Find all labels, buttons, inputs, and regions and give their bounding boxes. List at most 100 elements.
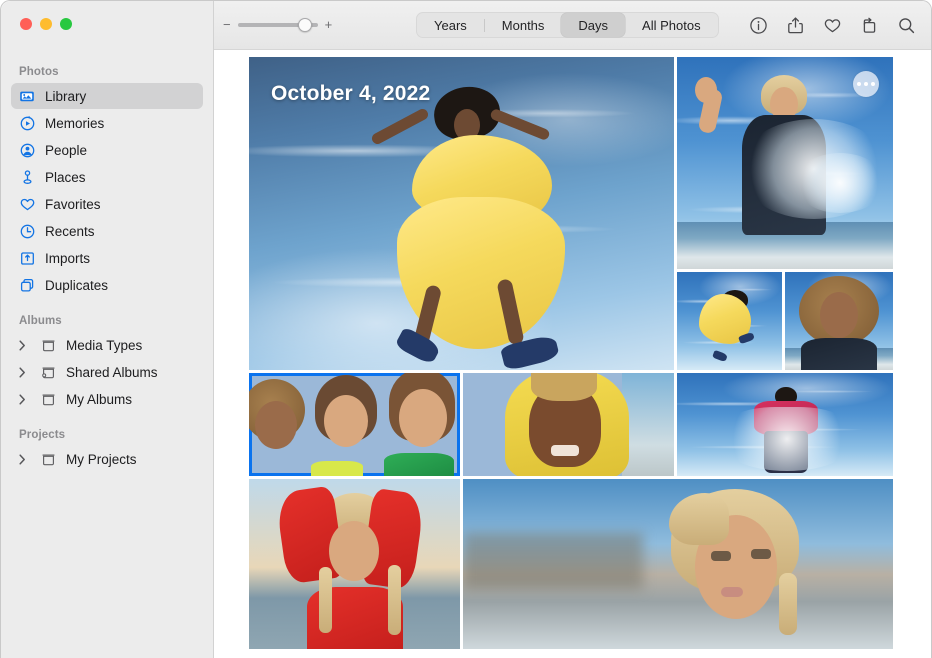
- zoom-slider[interactable]: − +: [223, 18, 332, 31]
- sidebar-item-imports[interactable]: Imports: [11, 245, 203, 271]
- sidebar-item-label: Shared Albums: [66, 365, 195, 380]
- share-icon[interactable]: [783, 13, 807, 37]
- photo-grid-subrow: [677, 272, 893, 370]
- photo-figure: [779, 573, 797, 635]
- photo-figure: [751, 549, 771, 559]
- minimize-button[interactable]: [40, 18, 52, 30]
- folder-icon: [40, 391, 57, 408]
- sidebar-item-media-types[interactable]: Media Types: [11, 332, 203, 358]
- sidebar-item-my-albums[interactable]: My Albums: [11, 386, 203, 412]
- traffic-lights: [20, 18, 72, 30]
- folder-icon: [40, 451, 57, 468]
- photo-figure: [721, 587, 743, 597]
- photo-cell-friends-selfie[interactable]: [249, 373, 460, 476]
- photo-grid-column: [677, 57, 893, 370]
- zoom-slider-track[interactable]: [238, 23, 318, 27]
- sidebar: Photos Library: [1, 1, 214, 658]
- places-icon: [19, 169, 36, 186]
- photo-figure: [388, 565, 401, 635]
- photo-figure: [255, 401, 297, 449]
- photo-figure: [801, 338, 877, 370]
- photo-cell-hero[interactable]: October 4, 2022: [249, 57, 674, 370]
- sidebar-item-memories[interactable]: Memories: [11, 110, 203, 136]
- photos-window: Photos Library: [0, 0, 932, 658]
- photo-figure: [531, 373, 597, 401]
- photo-figure: [311, 461, 363, 476]
- toolbar: − + Years Months Days All Photos: [214, 1, 932, 50]
- sidebar-section-photos-title: Photos: [11, 57, 203, 83]
- chevron-right-icon[interactable]: [19, 454, 31, 465]
- chevron-right-icon[interactable]: [19, 394, 31, 405]
- favorite-icon[interactable]: [820, 13, 844, 37]
- duplicates-icon: [19, 277, 36, 294]
- sidebar-item-my-projects[interactable]: My Projects: [11, 446, 203, 472]
- zoom-in-icon[interactable]: +: [325, 18, 333, 31]
- photo-cell-splash-woman[interactable]: [677, 57, 893, 269]
- photo-grid-row: [249, 479, 893, 649]
- photo-figure: [820, 292, 858, 338]
- sidebar-item-library[interactable]: Library: [11, 83, 203, 109]
- sidebar-section-albums-title: Albums: [11, 299, 203, 332]
- chevron-right-icon[interactable]: [19, 340, 31, 351]
- day-title: October 4, 2022: [271, 82, 430, 106]
- dot: [864, 82, 868, 86]
- view-mode-segmented-control: Years Months Days All Photos: [416, 12, 719, 38]
- photo-cell-pink-splash[interactable]: [677, 373, 893, 476]
- sidebar-item-label: People: [45, 143, 195, 158]
- tab-years[interactable]: Years: [417, 13, 484, 37]
- photo-grid-area: October 4, 2022: [215, 50, 932, 658]
- photo-cell-yellow-scarf[interactable]: [463, 373, 674, 476]
- zoom-slider-knob[interactable]: [298, 18, 312, 32]
- photo-figure: [319, 567, 332, 633]
- toolbar-actions: [746, 13, 918, 37]
- sidebar-item-label: Duplicates: [45, 278, 195, 293]
- photo-figure: [384, 453, 454, 476]
- sidebar-item-recents[interactable]: Recents: [11, 218, 203, 244]
- memories-icon: [19, 115, 36, 132]
- more-options-button[interactable]: [853, 71, 879, 97]
- sidebar-item-label: Memories: [45, 116, 195, 131]
- sidebar-item-label: My Projects: [66, 452, 195, 467]
- photo-figure: [795, 153, 885, 213]
- sidebar-item-label: My Albums: [66, 392, 195, 407]
- zoom-out-icon[interactable]: −: [223, 18, 231, 31]
- search-icon[interactable]: [894, 13, 918, 37]
- library-icon: [19, 88, 36, 105]
- photo-grid-row: October 4, 2022: [249, 57, 893, 370]
- sidebar-item-people[interactable]: People: [11, 137, 203, 163]
- sidebar-item-duplicates[interactable]: Duplicates: [11, 272, 203, 298]
- photo-cell-red-sweater[interactable]: [249, 479, 460, 649]
- tab-all-photos[interactable]: All Photos: [625, 13, 718, 37]
- sidebar-item-label: Imports: [45, 251, 195, 266]
- tab-days[interactable]: Days: [561, 13, 625, 37]
- people-icon: [19, 142, 36, 159]
- rotate-icon[interactable]: [857, 13, 881, 37]
- photo-figure: [717, 407, 857, 471]
- photo-figure: [622, 373, 674, 476]
- sidebar-item-label: Recents: [45, 224, 195, 239]
- import-icon: [19, 250, 36, 267]
- sidebar-section-projects-title: Projects: [11, 413, 203, 446]
- shared-folder-icon: [40, 364, 57, 381]
- folder-icon: [40, 337, 57, 354]
- tab-months[interactable]: Months: [485, 13, 562, 37]
- sidebar-item-label: Library: [45, 89, 195, 104]
- close-button[interactable]: [20, 18, 32, 30]
- chevron-right-icon[interactable]: [19, 367, 31, 378]
- photo-cell-curly-portrait[interactable]: [785, 272, 893, 370]
- sidebar-item-favorites[interactable]: Favorites: [11, 191, 203, 217]
- clock-icon: [19, 223, 36, 240]
- photo-cell-yellow-dress-small[interactable]: [677, 272, 782, 370]
- photo-figure: [551, 445, 579, 456]
- sidebar-item-places[interactable]: Places: [11, 164, 203, 190]
- heart-icon: [19, 196, 36, 213]
- photo-grid: October 4, 2022: [249, 57, 893, 652]
- sidebar-item-shared-albums[interactable]: Shared Albums: [11, 359, 203, 385]
- info-icon[interactable]: [746, 13, 770, 37]
- photo-cell-blonde-portrait[interactable]: [463, 479, 893, 649]
- zoom-button[interactable]: [60, 18, 72, 30]
- dot: [871, 82, 875, 86]
- photo-figure: [399, 389, 447, 447]
- photo-figure: [324, 395, 368, 447]
- photo-figure: [711, 551, 731, 561]
